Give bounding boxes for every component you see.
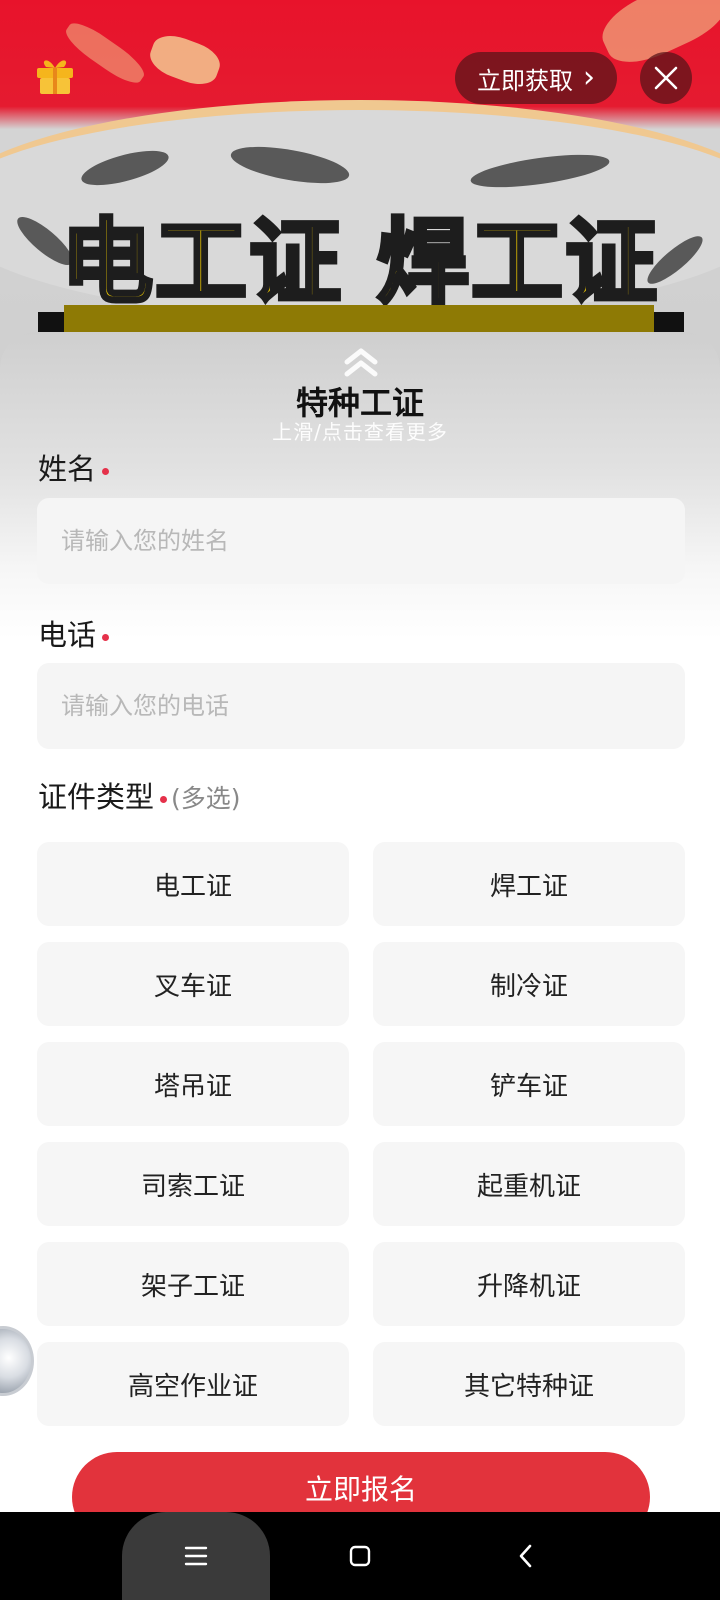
phone-input[interactable] bbox=[37, 663, 685, 749]
cert-option[interactable]: 焊工证 bbox=[373, 842, 685, 926]
name-label-text: 姓名 bbox=[38, 452, 97, 486]
cert-option[interactable]: 起重机证 bbox=[373, 1142, 685, 1226]
form-sheet: 特种工证 上滑/点击查看更多 姓名 电话 证件类型(多选) 电工证 焊工证 叉车… bbox=[0, 332, 720, 1542]
cert-option[interactable]: 制冷证 bbox=[373, 942, 685, 1026]
cert-option[interactable]: 司索工证 bbox=[37, 1142, 349, 1226]
cert-option[interactable]: 架子工证 bbox=[37, 1242, 349, 1326]
required-dot bbox=[102, 467, 110, 475]
cert-option[interactable]: 塔吊证 bbox=[37, 1042, 349, 1126]
banner-ribbon-decoration bbox=[145, 29, 225, 91]
banner-bar-edge bbox=[654, 312, 684, 332]
close-button[interactable] bbox=[640, 52, 692, 104]
menu-icon bbox=[184, 1546, 208, 1566]
cert-option[interactable]: 电工证 bbox=[37, 842, 349, 926]
required-dot bbox=[102, 633, 110, 641]
cert-option[interactable]: 高空作业证 bbox=[37, 1342, 349, 1426]
cert-type-label: 证件类型 (多选) bbox=[38, 774, 241, 816]
cert-options-grid: 电工证 焊工证 叉车证 制冷证 塔吊证 铲车证 司索工证 起重机证 架子工证 升… bbox=[37, 842, 685, 1426]
chevron-right-icon: › bbox=[583, 60, 595, 95]
back-button[interactable] bbox=[486, 1512, 566, 1600]
cert-option[interactable]: 其它特种证 bbox=[373, 1342, 685, 1426]
banner-headline: 电工证 焊工证 bbox=[59, 207, 660, 318]
back-chevron-icon bbox=[519, 1544, 532, 1568]
name-label: 姓名 bbox=[38, 446, 110, 488]
cert-option[interactable]: 升降机证 bbox=[373, 1242, 685, 1326]
get-now-button[interactable]: 立即获取 › bbox=[455, 52, 617, 104]
name-input[interactable] bbox=[37, 498, 685, 584]
swipe-up-hint[interactable]: 上滑/点击查看更多 bbox=[0, 416, 720, 445]
banner-bar-edge bbox=[38, 312, 64, 332]
cert-option[interactable]: 铲车证 bbox=[373, 1042, 685, 1126]
close-icon bbox=[654, 66, 678, 90]
phone-label-text: 电话 bbox=[38, 618, 97, 652]
submit-label: 立即报名 bbox=[304, 1473, 417, 1506]
get-now-label: 立即获取 bbox=[477, 66, 573, 95]
video-banner[interactable]: 电工证 焊工证 立即获取 › bbox=[0, 0, 720, 380]
multi-select-note: (多选) bbox=[171, 784, 241, 813]
system-nav-bar bbox=[0, 1512, 720, 1600]
square-icon bbox=[349, 1545, 371, 1567]
menu-button[interactable] bbox=[122, 1512, 270, 1600]
cert-type-label-text: 证件类型 bbox=[38, 780, 155, 814]
phone-label: 电话 bbox=[38, 612, 110, 654]
home-button[interactable] bbox=[320, 1512, 400, 1600]
cert-option[interactable]: 叉车证 bbox=[37, 942, 349, 1026]
required-dot bbox=[160, 795, 168, 803]
gift-icon[interactable] bbox=[34, 54, 76, 96]
